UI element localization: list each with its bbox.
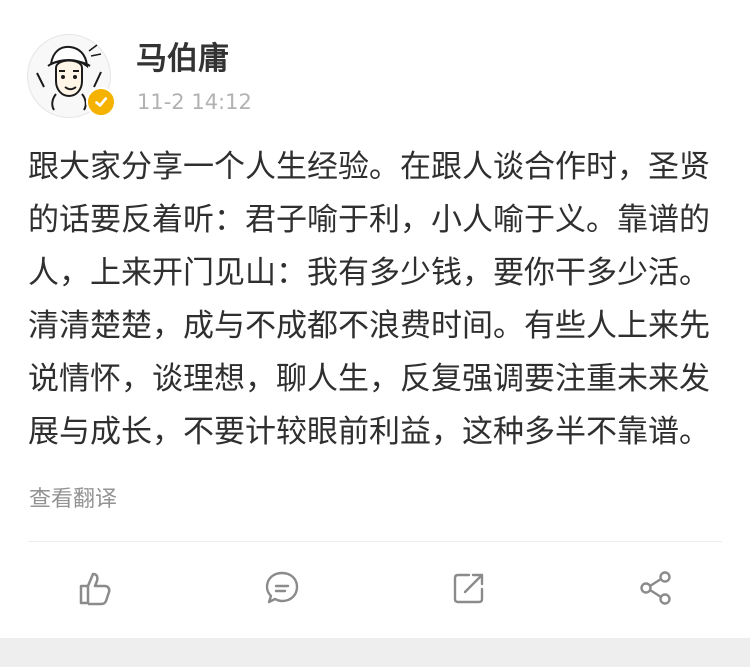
share-button[interactable] bbox=[633, 565, 679, 611]
repost-button[interactable] bbox=[446, 565, 492, 611]
weibo-post-card: 马伯庸 11-2 14:12 跟大家分享一个人生经验。在跟人谈合作时，圣贤的话要… bbox=[0, 0, 750, 638]
feed-gap bbox=[0, 638, 750, 667]
comment-icon bbox=[265, 571, 299, 604]
comment-button[interactable] bbox=[259, 565, 305, 611]
post-content: 跟大家分享一个人生经验。在跟人谈合作时，圣贤的话要反着听：君子喻于利，小人喻于义… bbox=[28, 149, 710, 450]
action-bar-divider bbox=[28, 541, 722, 542]
repost-icon bbox=[453, 573, 484, 604]
share-icon bbox=[640, 571, 671, 605]
post-timestamp: 11-2 14:12 bbox=[137, 90, 252, 114]
author-name[interactable]: 马伯庸 bbox=[136, 39, 229, 79]
verified-badge-icon bbox=[86, 87, 116, 117]
thumbs-up-icon bbox=[79, 572, 111, 606]
checkmark-icon bbox=[95, 97, 108, 107]
view-translation-link[interactable]: 查看翻译 bbox=[29, 484, 117, 516]
like-button[interactable] bbox=[71, 565, 117, 611]
